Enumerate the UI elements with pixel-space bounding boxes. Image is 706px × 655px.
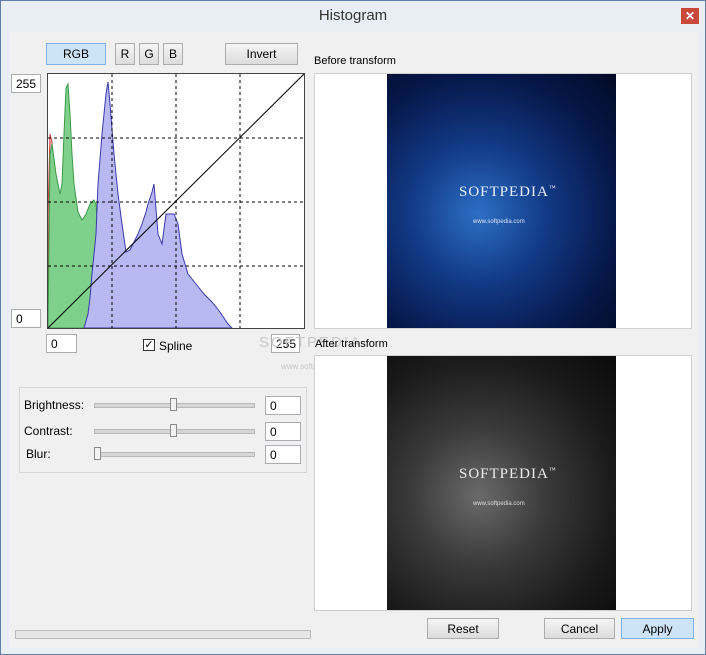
progress-bar [15, 630, 311, 639]
output-max-field[interactable]: 255 [11, 74, 41, 93]
before-image: SOFTPEDIA™ www.softpedia.com [387, 74, 616, 328]
before-image-url: www.softpedia.com [473, 219, 525, 225]
after-preview: SOFTPEDIA™ www.softpedia.com [314, 355, 692, 611]
output-min-field[interactable]: 0 [11, 309, 41, 328]
adjustments-group: Brightness: 0 Contrast: 0 Blur: 0 [19, 387, 307, 473]
blur-slider-thumb[interactable] [94, 447, 101, 460]
invert-button[interactable]: Invert [225, 43, 298, 65]
rgb-channel-button[interactable]: RGB [46, 43, 106, 65]
after-image-title: SOFTPEDIA™ [459, 466, 557, 482]
brightness-value-field[interactable]: 0 [265, 396, 301, 415]
spline-checkbox[interactable]: ✓ [143, 339, 155, 351]
blur-label: Blur: [26, 447, 51, 461]
blue-channel-button[interactable]: B [163, 43, 183, 65]
reset-button[interactable]: Reset [427, 618, 499, 639]
contrast-value-field[interactable]: 0 [265, 422, 301, 441]
contrast-slider-thumb[interactable] [170, 424, 177, 437]
close-icon[interactable]: ✕ [681, 8, 699, 24]
after-image-url: www.softpedia.com [473, 501, 525, 507]
histogram-window: Histogram ✕ RGB R G B Invert 255 0 0 255… [0, 0, 706, 655]
title-bar: Histogram ✕ [1, 1, 705, 31]
dialog-body: RGB R G B Invert 255 0 0 255 ✓ Spline Br… [9, 32, 699, 648]
apply-button[interactable]: Apply [621, 618, 694, 639]
green-channel-button[interactable]: G [139, 43, 159, 65]
red-channel-button[interactable]: R [115, 43, 135, 65]
window-title: Histogram [318, 7, 388, 24]
contrast-label: Contrast: [24, 424, 73, 438]
brightness-label: Brightness: [24, 398, 85, 412]
before-image-title: SOFTPEDIA™ [459, 184, 557, 200]
input-min-field[interactable]: 0 [46, 334, 77, 353]
before-transform-label: Before transform [314, 55, 396, 67]
spline-label: Spline [159, 339, 193, 353]
after-image: SOFTPEDIA™ www.softpedia.com [387, 356, 616, 610]
blur-value-field[interactable]: 0 [265, 445, 301, 464]
cancel-button[interactable]: Cancel [544, 618, 615, 639]
histogram-plot [48, 74, 304, 328]
histogram-curve-editor[interactable] [47, 73, 305, 329]
before-preview: SOFTPEDIA™ www.softpedia.com [314, 73, 692, 329]
after-transform-label: After transform [315, 338, 388, 350]
blue-histogram [83, 81, 233, 328]
blur-slider-track[interactable] [94, 452, 255, 457]
brightness-slider-thumb[interactable] [170, 398, 177, 411]
